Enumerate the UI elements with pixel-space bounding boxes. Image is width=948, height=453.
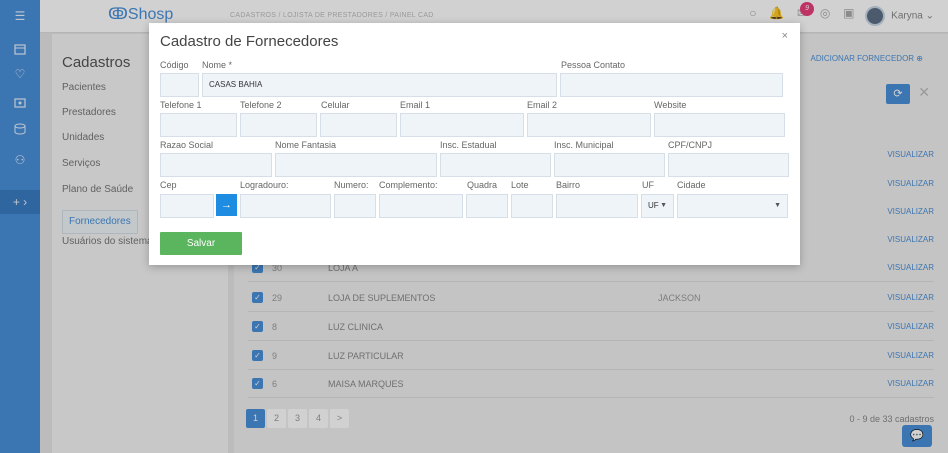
chevron-down-icon: ▼ [774, 202, 781, 209]
label-lote: Lote [511, 180, 529, 190]
arrow-right-icon: → [221, 199, 232, 211]
cidade-select[interactable]: ▼ [677, 194, 788, 218]
complemento-input[interactable] [379, 194, 463, 218]
label-website: Website [654, 100, 687, 110]
telefone1-input[interactable] [160, 113, 237, 137]
label-insc-estadual: Insc. Estadual [440, 140, 497, 150]
save-button[interactable]: Salvar [160, 232, 242, 255]
label-pessoa-contato: Pessoa Contato [561, 60, 626, 70]
label-razao-social: Razao Social [160, 140, 214, 150]
uf-selected-value: UF [648, 201, 659, 210]
nome-input[interactable]: CASAS BAHIA [202, 73, 557, 97]
insc-municipal-input[interactable] [554, 153, 665, 177]
label-insc-municipal: Insc. Municipal [554, 140, 614, 150]
celular-input[interactable] [320, 113, 397, 137]
razao-social-input[interactable] [160, 153, 272, 177]
uf-select[interactable]: UF ▼ [641, 194, 674, 218]
email1-input[interactable] [400, 113, 524, 137]
cpf-cnpj-input[interactable] [668, 153, 789, 177]
bairro-input[interactable] [556, 194, 638, 218]
label-numero: Numero: [334, 180, 369, 190]
label-nome: Nome * [202, 60, 233, 70]
label-cep: Cep [160, 180, 177, 190]
label-quadra: Quadra [467, 180, 498, 190]
lote-input[interactable] [511, 194, 553, 218]
nome-fantasia-input[interactable] [275, 153, 437, 177]
chevron-down-icon: ▼ [660, 202, 667, 209]
logradouro-input[interactable] [240, 194, 331, 218]
website-input[interactable] [654, 113, 785, 137]
label-email2: Email 2 [527, 100, 558, 110]
label-email1: Email 1 [400, 100, 431, 110]
pessoa-contato-input[interactable] [560, 73, 783, 97]
insc-estadual-input[interactable] [440, 153, 551, 177]
label-cpf-cnpj: CPF/CNPJ [668, 140, 713, 150]
supplier-modal: Cadastro de Fornecedores × Código Nome *… [149, 23, 800, 265]
label-cidade: Cidade [677, 180, 706, 190]
quadra-input[interactable] [466, 194, 508, 218]
telefone2-input[interactable] [240, 113, 317, 137]
label-codigo: Código [160, 60, 189, 70]
label-celular: Celular [321, 100, 350, 110]
email2-input[interactable] [527, 113, 651, 137]
codigo-input[interactable] [160, 73, 199, 97]
close-icon[interactable]: × [782, 30, 788, 42]
label-logradouro: Logradouro: [240, 180, 289, 190]
cep-input[interactable] [160, 194, 214, 218]
label-complemento: Complemento: [379, 180, 438, 190]
modal-title: Cadastro de Fornecedores [160, 33, 339, 50]
numero-input[interactable] [334, 194, 376, 218]
label-telefone2: Telefone 2 [240, 100, 282, 110]
label-telefone1: Telefone 1 [160, 100, 202, 110]
cep-search-button[interactable]: → [216, 194, 237, 216]
label-nome-fantasia: Nome Fantasia [275, 140, 337, 150]
label-uf: UF [642, 180, 654, 190]
label-bairro: Bairro [556, 180, 581, 190]
